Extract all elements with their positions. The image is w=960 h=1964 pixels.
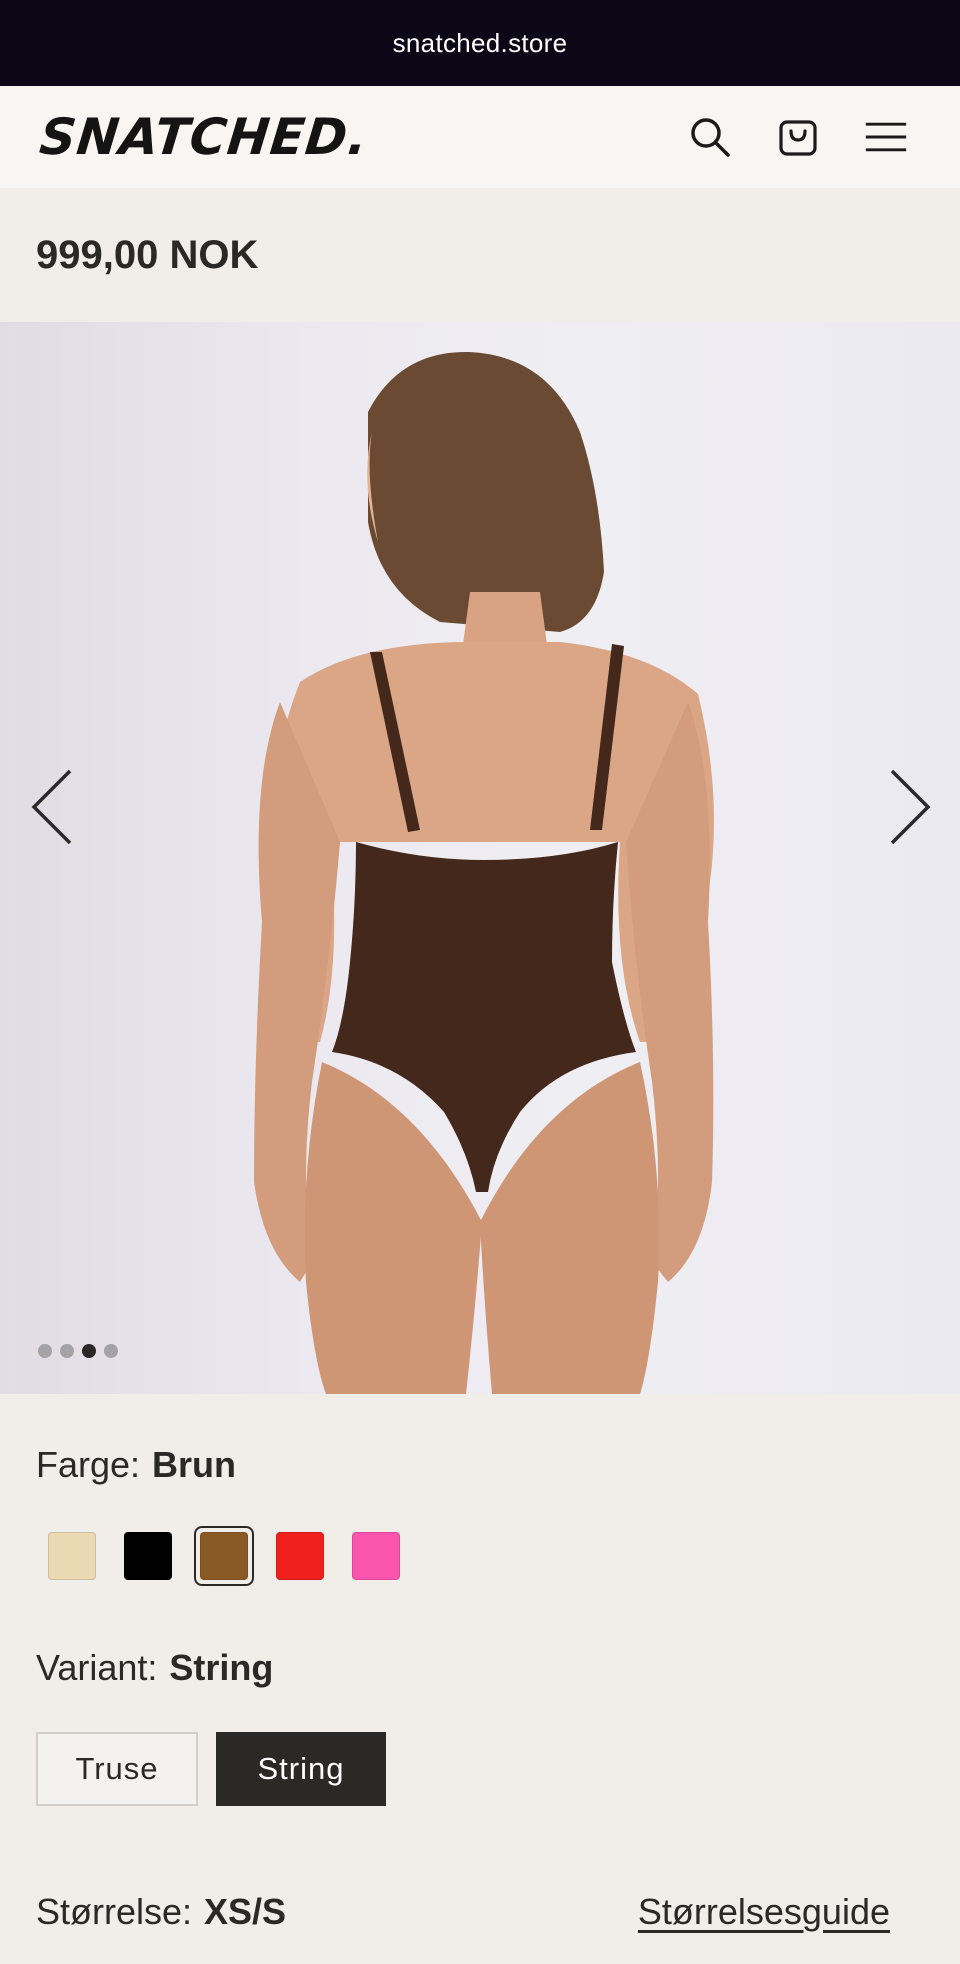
site-header: SNATCHED.: [0, 86, 960, 188]
color-swatch-fill: [200, 1532, 248, 1580]
next-image-button[interactable]: [880, 762, 940, 852]
size-label: Størrelse: XS/S: [36, 1891, 286, 1933]
color-label: Farge: Brun: [36, 1444, 236, 1486]
color-swatch-fill: [48, 1532, 96, 1580]
gallery-dot[interactable]: [60, 1344, 74, 1358]
color-selected-value: Brun: [152, 1444, 237, 1485]
variant-option-truse[interactable]: Truse: [36, 1732, 198, 1806]
menu-icon[interactable]: [864, 115, 908, 159]
search-icon[interactable]: [688, 115, 732, 159]
variant-label-text: Variant:: [36, 1647, 158, 1688]
variant-option-string[interactable]: String: [216, 1732, 386, 1806]
color-swatches: [42, 1526, 406, 1586]
size-selected-value: XS/S: [204, 1891, 287, 1932]
color-swatch-4[interactable]: [346, 1526, 406, 1586]
color-swatch-3[interactable]: [270, 1526, 330, 1586]
color-label-text: Farge:: [36, 1444, 141, 1485]
url-text: snatched.store: [392, 27, 568, 58]
product-photo: [254, 351, 714, 1394]
color-swatch-0[interactable]: [42, 1526, 102, 1586]
variant-selector: Truse String: [36, 1732, 386, 1806]
brand-logo[interactable]: SNATCHED.: [37, 108, 371, 166]
product-price: 999,00 NOK: [36, 232, 259, 277]
product-image-gallery[interactable]: [0, 322, 960, 1394]
color-swatch-fill: [352, 1532, 400, 1580]
color-swatch-fill: [276, 1532, 324, 1580]
address-bar[interactable]: snatched.store: [0, 0, 960, 86]
product-options: Farge: Brun Variant: String Truse String S…: [0, 1394, 960, 1964]
variant-label: Variant: String: [36, 1647, 273, 1689]
previous-image-button[interactable]: [22, 762, 82, 852]
cart-icon[interactable]: [776, 115, 820, 159]
gallery-dot[interactable]: [104, 1344, 118, 1358]
variant-selected-value: String: [169, 1647, 274, 1688]
gallery-dot-active[interactable]: [82, 1344, 96, 1358]
color-swatch-2[interactable]: [194, 1526, 254, 1586]
gallery-dot[interactable]: [38, 1344, 52, 1358]
size-label-text: Størrelse:: [36, 1891, 193, 1932]
gallery-pagination: [38, 1344, 118, 1358]
color-swatch-1[interactable]: [118, 1526, 178, 1586]
header-actions: [688, 115, 920, 159]
color-swatch-fill: [124, 1532, 172, 1580]
size-guide-link[interactable]: Størrelsesguide: [638, 1891, 890, 1933]
